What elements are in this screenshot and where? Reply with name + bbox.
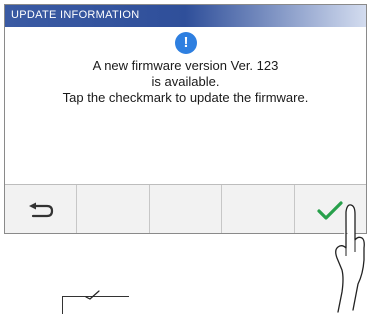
exclamation-icon: !: [175, 32, 197, 54]
dialog-title: UPDATE INFORMATION: [11, 9, 140, 21]
dialog-message: A new firmware version Ver. 123 is avail…: [5, 58, 366, 106]
message-line-3: Tap the checkmark to update the firmware…: [62, 90, 309, 105]
back-arrow-icon: [28, 202, 53, 217]
title-bar: UPDATE INFORMATION: [5, 5, 366, 27]
bottom-toolbar: [5, 184, 366, 233]
small-checkmark-icon: [85, 290, 100, 300]
device-screen: UPDATE INFORMATION ! A new firmware vers…: [4, 4, 367, 234]
message-line-1: A new firmware version Ver. 123: [92, 58, 279, 73]
tapping-hand-illustration: [335, 204, 365, 313]
empty-button-3[interactable]: [150, 185, 223, 233]
message-line-2: is available.: [151, 74, 220, 89]
empty-button-2[interactable]: [77, 185, 150, 233]
back-button[interactable]: [5, 185, 78, 233]
empty-button-4[interactable]: [222, 185, 295, 233]
